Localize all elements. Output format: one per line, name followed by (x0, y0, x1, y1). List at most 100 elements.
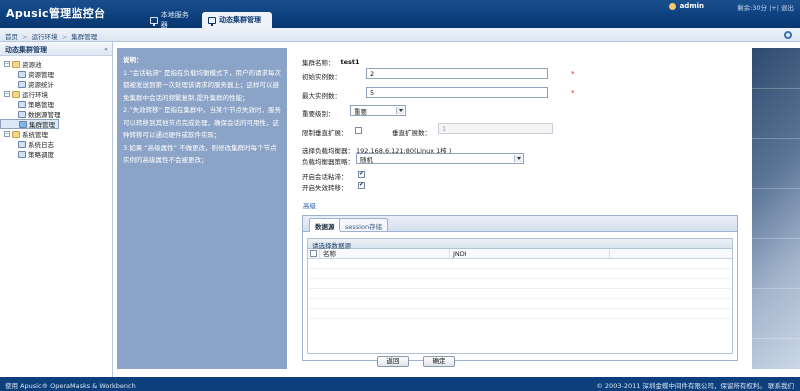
failover-label: 开启失效转移： (302, 184, 348, 192)
sidebar-item[interactable]: 系统日志 (0, 139, 112, 149)
max-instances-input[interactable]: 5 (366, 87, 548, 98)
advanced-link[interactable]: 高级 (303, 200, 316, 210)
monitor-icon (150, 16, 158, 26)
vertical-count-label: 垂直扩展数： (392, 129, 431, 137)
table-row (308, 309, 732, 319)
table-row (308, 269, 732, 279)
footer: 使用 Apusic® OperaMasks & Workbench © 2003… (0, 377, 800, 391)
vertical-limit-label: 限制垂直扩展： (302, 129, 348, 137)
init-instances-row: 初始实例数： (302, 71, 341, 81)
grid-header: 名称 JNDI (308, 248, 732, 259)
table-row (308, 299, 732, 309)
table-row (308, 259, 732, 269)
sticky-checkbox[interactable] (358, 170, 365, 178)
init-instances-input[interactable]: 2 (366, 68, 548, 79)
sidebar-item-label: 系统管理 (22, 131, 48, 139)
help-paragraph-3: 3.如果 “高级属性” 不做更改，则修改集群时每个节点实例的高级属性不会被更改； (123, 143, 277, 165)
sidebar-item[interactable]: 数据源管理 (0, 109, 112, 119)
sidebar-item-label: 集群管理 (29, 121, 55, 129)
decorative-stripe (752, 88, 800, 89)
vertical-limit-checkbox[interactable] (355, 127, 362, 134)
sidebar-header: 动态集群管理 « (0, 42, 112, 56)
top-bar: Apusic管理监控台 本地服务器 动态集群管理 admin 剩余:30分 |+… (0, 0, 800, 29)
init-instances-label: 初始实例数： (302, 73, 341, 81)
sidebar-item[interactable]: 策略调度 (0, 149, 112, 159)
page-icon (18, 140, 26, 148)
help-panel: 说明： 1.“会话粘滞” 是指在负载均衡模式下，用户的请求每次都被发送到第一次处… (117, 48, 287, 369)
sidebar-item-label: 系统日志 (28, 141, 54, 149)
decorative-stripe (752, 188, 800, 189)
back-button[interactable]: 返回 (377, 356, 409, 367)
session-remaining[interactable]: 剩余:30分 |+| 退出 (737, 2, 794, 12)
sidebar-item-label: 资源池 (22, 61, 42, 69)
required-mark: * (571, 70, 575, 78)
collapse-icon[interactable]: « (104, 46, 108, 53)
cluster-form: 集群名称： test1 初始实例数： 2 * 最大实例数： 5 * 重要级别： … (292, 48, 797, 369)
column-name[interactable]: 名称 (320, 248, 450, 259)
sticky-label: 开启会话粘滞： (302, 173, 348, 181)
help-paragraph-1: 1.“会话粘滞” 是指在负载均衡模式下，用户的请求每次都被发送到第一次处理该请求… (123, 68, 282, 102)
breadcrumb-env[interactable]: 运行环境 (32, 33, 58, 41)
sidebar-title: 动态集群管理 (5, 46, 47, 54)
page-icon (18, 110, 26, 118)
app-logo: Apusic管理监控台 (6, 7, 106, 20)
collapse-icon[interactable]: − (4, 91, 10, 97)
importance-row: 重要级别： (302, 108, 335, 118)
tab-session-storage[interactable]: session存储 (339, 218, 389, 231)
folder-icon (12, 60, 20, 68)
vertical-limit-row: 限制垂直扩展： (302, 127, 348, 137)
select-all-cell (308, 248, 320, 259)
column-jndi[interactable]: JNDI (450, 248, 610, 259)
dropdown-arrow-icon (514, 155, 522, 162)
strategy-select[interactable]: 随机 (356, 153, 524, 164)
vertical-count-input[interactable]: 1 (438, 123, 553, 134)
importance-label: 重要级别： (302, 110, 335, 118)
load-balancer-label: 选择负载均衡器： (302, 147, 354, 155)
vertical-count-row: 垂直扩展数： (392, 127, 431, 137)
breadcrumb-current: 集群管理 (71, 33, 98, 41)
tab-cluster-management[interactable]: 动态集群管理 (202, 12, 272, 28)
max-instances-label: 最大实例数： (302, 92, 341, 100)
sidebar-item[interactable]: 资源统计 (0, 79, 112, 89)
required-mark: * (571, 89, 575, 97)
cluster-icon (208, 16, 216, 26)
strategy-value: 随机 (360, 155, 373, 164)
strategy-label: 负载均衡器策略： (302, 158, 354, 166)
cluster-name-row: 集群名称： test1 (302, 57, 360, 67)
breadcrumb-home[interactable]: 首页 (5, 33, 18, 41)
nav-tree: −资源池资源管理资源统计−运行环境策略管理数据源管理集群管理+应用管理−系统管理… (0, 56, 112, 159)
decorative-stripe (752, 288, 800, 289)
decorative-stripe (752, 138, 800, 139)
ok-button[interactable]: 确定 (423, 356, 455, 367)
folder-icon (12, 130, 20, 138)
sidebar-item[interactable]: 集群管理 (0, 119, 59, 129)
tab-datasource[interactable]: 数据源 (309, 218, 341, 232)
sidebar-item[interactable]: 资源管理 (0, 69, 112, 79)
sidebar-item-label: 策略管理 (28, 101, 54, 109)
sidebar-item[interactable]: − 运行环境 (0, 89, 112, 99)
failover-checkbox[interactable] (358, 181, 365, 189)
tab-local-server[interactable]: 本地服务器 (144, 11, 200, 29)
sidebar-item[interactable]: − 资源池 (0, 59, 112, 69)
grid-title: 请选择数据源 (308, 239, 732, 250)
select-all-checkbox[interactable] (310, 249, 317, 257)
page-icon (18, 80, 26, 88)
decorative-stripe (752, 238, 800, 239)
sidebar-item-label: 数据源管理 (28, 111, 61, 119)
collapse-icon[interactable]: − (4, 131, 10, 137)
page-icon (18, 150, 26, 158)
breadcrumb-bar: 首页 > 运行环境 > 集群管理 (0, 28, 800, 42)
importance-select[interactable]: 重要 (350, 105, 406, 116)
breadcrumb: 首页 > 运行环境 > 集群管理 (5, 31, 97, 41)
datasource-tabs: 数据源 session存储 请选择数据源 名称 JNDI (302, 215, 738, 361)
collapse-icon[interactable]: − (4, 61, 10, 67)
help-title: 说明： (123, 56, 143, 64)
failover-row: 开启失效转移： (302, 182, 348, 192)
sidebar-item[interactable]: − 系统管理 (0, 129, 112, 139)
settings-icon[interactable] (784, 31, 792, 39)
table-row (308, 279, 732, 289)
sidebar-item[interactable]: 策略管理 (0, 99, 112, 109)
decorative-image (752, 48, 800, 369)
footer-right: © 2003-2011 深圳金蝶中间件有限公司，保留所有权利。 联系我们 (596, 382, 794, 390)
breadcrumb-separator: > (22, 33, 28, 41)
